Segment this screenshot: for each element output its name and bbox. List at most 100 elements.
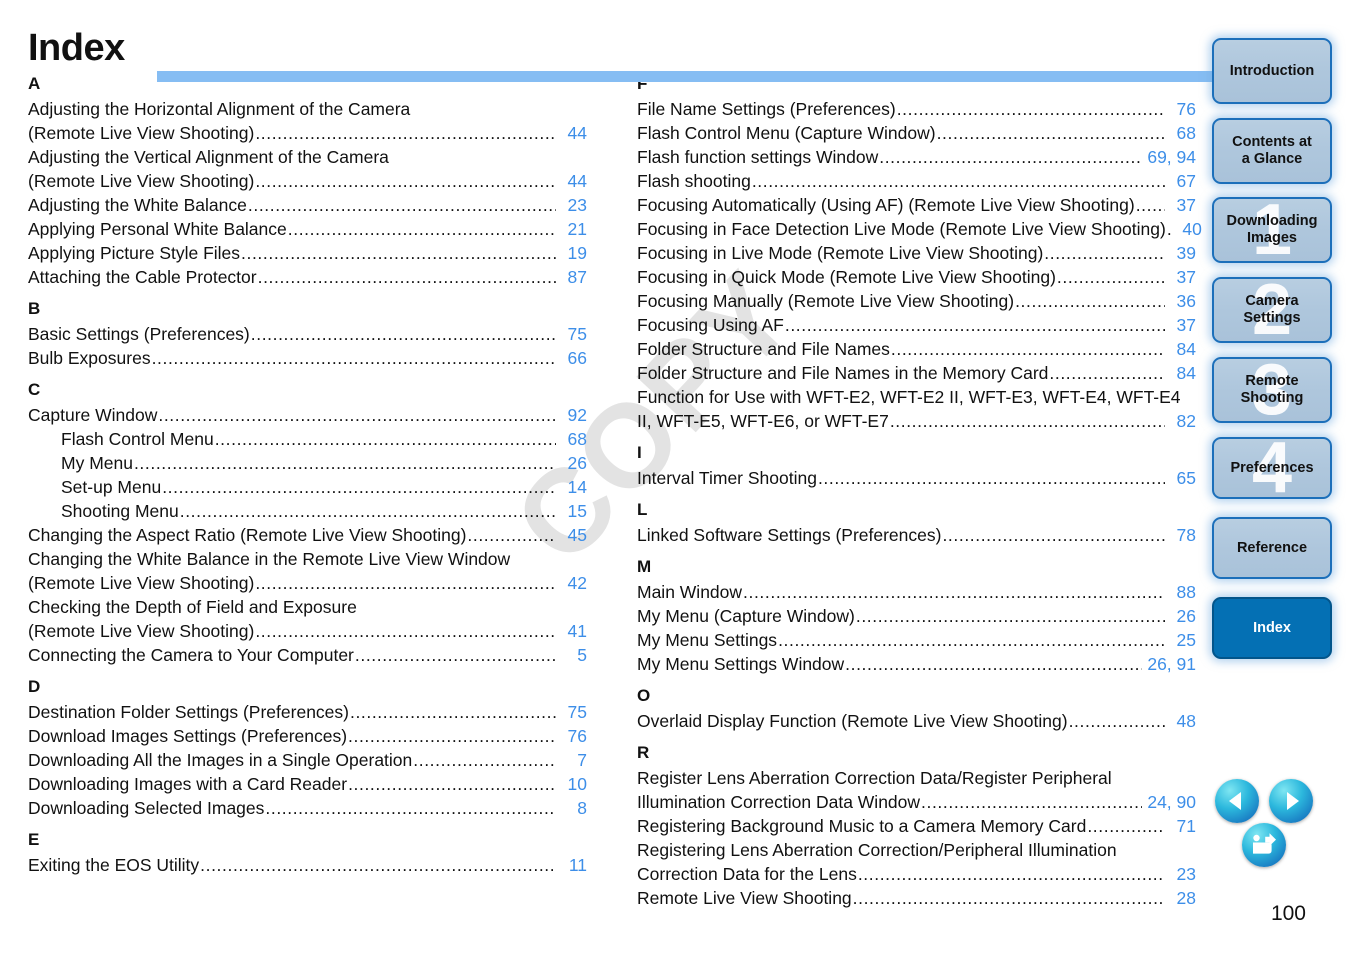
sidebar-item-introduction[interactable]: Introduction	[1212, 38, 1332, 104]
index-entry-page[interactable]: 15	[557, 499, 587, 523]
index-entry-page[interactable]: 7	[557, 748, 587, 772]
index-entry[interactable]: Illumination Correction Data Window.....…	[637, 790, 1196, 814]
index-entry[interactable]: (Remote Live View Shooting).............…	[28, 121, 587, 145]
sidebar-item-index[interactable]: Index	[1212, 597, 1332, 659]
sidebar-item-camera[interactable]: 2 Camera Settings	[1212, 277, 1332, 343]
index-entry[interactable]: Focusing in Face Detection Live Mode (Re…	[637, 217, 1202, 241]
index-entry[interactable]: Focusing in Live Mode (Remote Live View …	[637, 241, 1196, 265]
index-entry[interactable]: Capture Window..........................…	[28, 403, 587, 427]
index-entry[interactable]: Correction Data for the Lens............…	[637, 862, 1196, 886]
index-subentry[interactable]: Shooting Menu...........................…	[28, 499, 587, 523]
index-entry[interactable]: (Remote Live View Shooting).............…	[28, 571, 587, 595]
index-entry-page[interactable]: 10	[557, 772, 587, 796]
index-entry-page[interactable]: 71	[1166, 814, 1196, 838]
index-entry-page[interactable]: 68	[557, 427, 587, 451]
sidebar-item-remote[interactable]: 3 Remote Shooting	[1212, 357, 1332, 423]
index-entry-page[interactable]: 40	[1172, 217, 1201, 241]
index-entry-page[interactable]: 11	[557, 853, 587, 877]
index-entry-page[interactable]: 82	[1166, 409, 1196, 433]
index-entry[interactable]: Download Images Settings (Preferences)..…	[28, 724, 587, 748]
index-entry-page[interactable]: 87	[557, 265, 587, 289]
index-entry-page[interactable]: 42	[557, 571, 587, 595]
index-entry-page[interactable]: 39	[1166, 241, 1196, 265]
index-entry[interactable]: Focusing Automatically (Using AF) (Remot…	[637, 193, 1196, 217]
index-entry[interactable]: Interval Timer Shooting.................…	[637, 466, 1196, 490]
index-entry[interactable]: (Remote Live View Shooting).............…	[28, 169, 587, 193]
index-entry-page[interactable]: 5	[557, 643, 587, 667]
index-entry[interactable]: Flash shooting..........................…	[637, 169, 1196, 193]
index-entry[interactable]: My Menu (Capture Window)................…	[637, 604, 1196, 628]
index-entry[interactable]: Focusing in Quick Mode (Remote Live View…	[637, 265, 1196, 289]
index-entry[interactable]: Adjusting the White Balance.............…	[28, 193, 587, 217]
index-entry[interactable]: Folder Structure and File Names.........…	[637, 337, 1196, 361]
index-entry-page[interactable]: 26, 91	[1143, 652, 1196, 676]
index-entry[interactable]: Downloading All the Images in a Single O…	[28, 748, 587, 772]
index-entry[interactable]: Overlaid Display Function (Remote Live V…	[637, 709, 1196, 733]
index-entry-page[interactable]: 88	[1166, 580, 1196, 604]
index-entry-page[interactable]: 69, 94	[1143, 145, 1196, 169]
index-entry[interactable]: II, WFT-E5, WFT-E6, or WFT-E7...........…	[637, 409, 1196, 433]
index-entry-page[interactable]: 44	[557, 169, 587, 193]
index-entry[interactable]: Focusing Manually (Remote Live View Shoo…	[637, 289, 1196, 313]
sidebar-item-reference[interactable]: Reference	[1212, 517, 1332, 579]
previous-page-icon[interactable]	[1215, 779, 1259, 823]
index-entry[interactable]: Registering Background Music to a Camera…	[637, 814, 1196, 838]
index-entry[interactable]: My Menu Settings........................…	[637, 628, 1196, 652]
index-entry[interactable]: Attaching the Cable Protector...........…	[28, 265, 587, 289]
index-entry-page[interactable]: 84	[1166, 361, 1196, 385]
index-entry[interactable]: Main Window.............................…	[637, 580, 1196, 604]
index-entry-page[interactable]: 41	[557, 619, 587, 643]
index-entry[interactable]: Flash function settings Window..........…	[637, 145, 1196, 169]
sidebar-item-preferences[interactable]: 4 Preferences	[1212, 437, 1332, 499]
index-subentry[interactable]: Set-up Menu.............................…	[28, 475, 587, 499]
index-entry-page[interactable]: 68	[1166, 121, 1196, 145]
index-entry[interactable]: Linked Software Settings (Preferences)..…	[637, 523, 1196, 547]
index-entry[interactable]: Downloading Selected Images.............…	[28, 796, 587, 820]
index-entry-page[interactable]: 26	[1166, 604, 1196, 628]
index-entry[interactable]: Downloading Images with a Card Reader...…	[28, 772, 587, 796]
index-entry[interactable]: (Remote Live View Shooting).............…	[28, 619, 587, 643]
index-entry-page[interactable]: 67	[1166, 169, 1196, 193]
index-entry-page[interactable]: 37	[1166, 265, 1196, 289]
index-entry-page[interactable]: 45	[557, 523, 587, 547]
index-entry-page[interactable]: 36	[1166, 289, 1196, 313]
index-entry-page[interactable]: 44	[557, 121, 587, 145]
index-entry[interactable]: File Name Settings (Preferences)........…	[637, 97, 1196, 121]
index-entry-page[interactable]: 76	[1166, 97, 1196, 121]
index-entry[interactable]: Applying Picture Style Files............…	[28, 241, 587, 265]
index-entry-page[interactable]: 84	[1166, 337, 1196, 361]
index-entry[interactable]: Changing the Aspect Ratio (Remote Live V…	[28, 523, 587, 547]
index-entry-page[interactable]: 23	[557, 193, 587, 217]
index-entry[interactable]: Destination Folder Settings (Preferences…	[28, 700, 587, 724]
index-entry[interactable]: Remote Live View Shooting...............…	[637, 886, 1196, 910]
index-entry[interactable]: Folder Structure and File Names in the M…	[637, 361, 1196, 385]
index-entry-page[interactable]: 28	[1166, 886, 1196, 910]
index-entry[interactable]: Focusing Using AF.......................…	[637, 313, 1196, 337]
index-entry[interactable]: Connecting the Camera to Your Computer..…	[28, 643, 587, 667]
index-entry-page[interactable]: 24, 90	[1143, 790, 1196, 814]
index-entry-page[interactable]: 92	[557, 403, 587, 427]
next-page-icon[interactable]	[1269, 779, 1313, 823]
index-entry-page[interactable]: 78	[1166, 523, 1196, 547]
index-entry-page[interactable]: 21	[557, 217, 587, 241]
index-entry[interactable]: My Menu Settings Window.................…	[637, 652, 1196, 676]
index-entry-page[interactable]: 14	[557, 475, 587, 499]
sidebar-item-downloading[interactable]: 1 Downloading Images	[1212, 197, 1332, 263]
index-entry-page[interactable]: 26	[557, 451, 587, 475]
index-entry-page[interactable]: 37	[1166, 313, 1196, 337]
index-entry-page[interactable]: 75	[557, 700, 587, 724]
index-entry-page[interactable]: 8	[557, 796, 587, 820]
index-entry[interactable]: Basic Settings (Preferences)............…	[28, 322, 587, 346]
return-icon[interactable]	[1242, 823, 1286, 867]
index-entry-page[interactable]: 25	[1166, 628, 1196, 652]
index-entry-page[interactable]: 65	[1166, 466, 1196, 490]
index-entry-page[interactable]: 48	[1166, 709, 1196, 733]
index-entry-page[interactable]: 19	[557, 241, 587, 265]
index-subentry[interactable]: Flash Control Menu......................…	[28, 427, 587, 451]
index-entry[interactable]: Bulb Exposures..........................…	[28, 346, 587, 370]
sidebar-item-contents[interactable]: Contents at a Glance	[1212, 118, 1332, 184]
index-entry-page[interactable]: 37	[1166, 193, 1196, 217]
index-entry[interactable]: Applying Personal White Balance.........…	[28, 217, 587, 241]
index-entry-page[interactable]: 66	[557, 346, 587, 370]
index-entry[interactable]: Flash Control Menu (Capture Window).....…	[637, 121, 1196, 145]
